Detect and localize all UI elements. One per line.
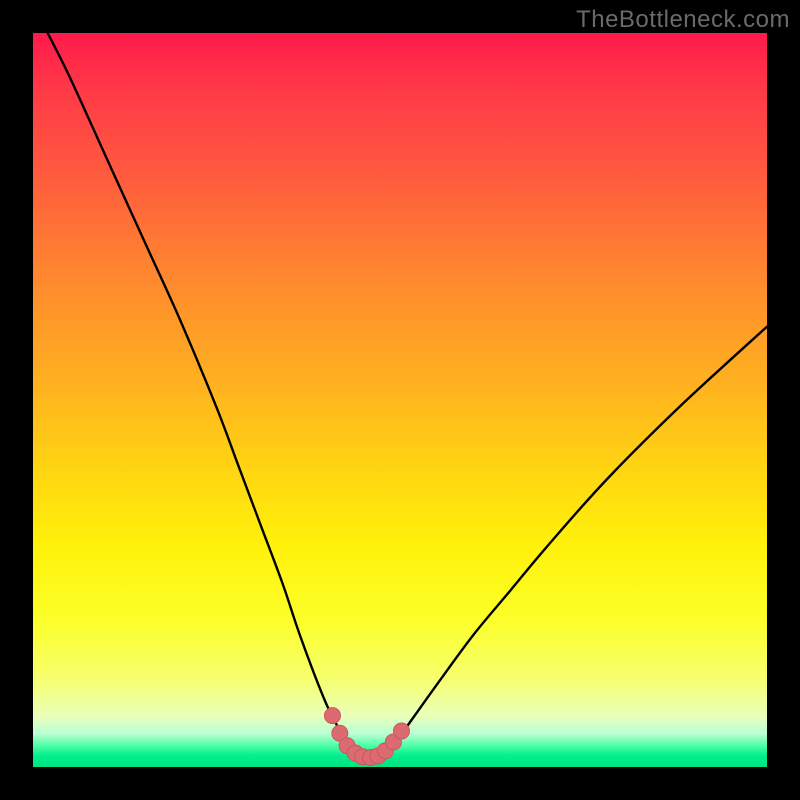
plot-area (33, 33, 767, 767)
chart-frame: TheBottleneck.com (0, 0, 800, 800)
bottleneck-curve (48, 33, 767, 759)
trough-markers (324, 708, 409, 766)
trough-marker (393, 723, 409, 739)
trough-marker (324, 708, 340, 724)
bottleneck-curve-svg (33, 33, 767, 767)
watermark-text: TheBottleneck.com (576, 6, 790, 34)
